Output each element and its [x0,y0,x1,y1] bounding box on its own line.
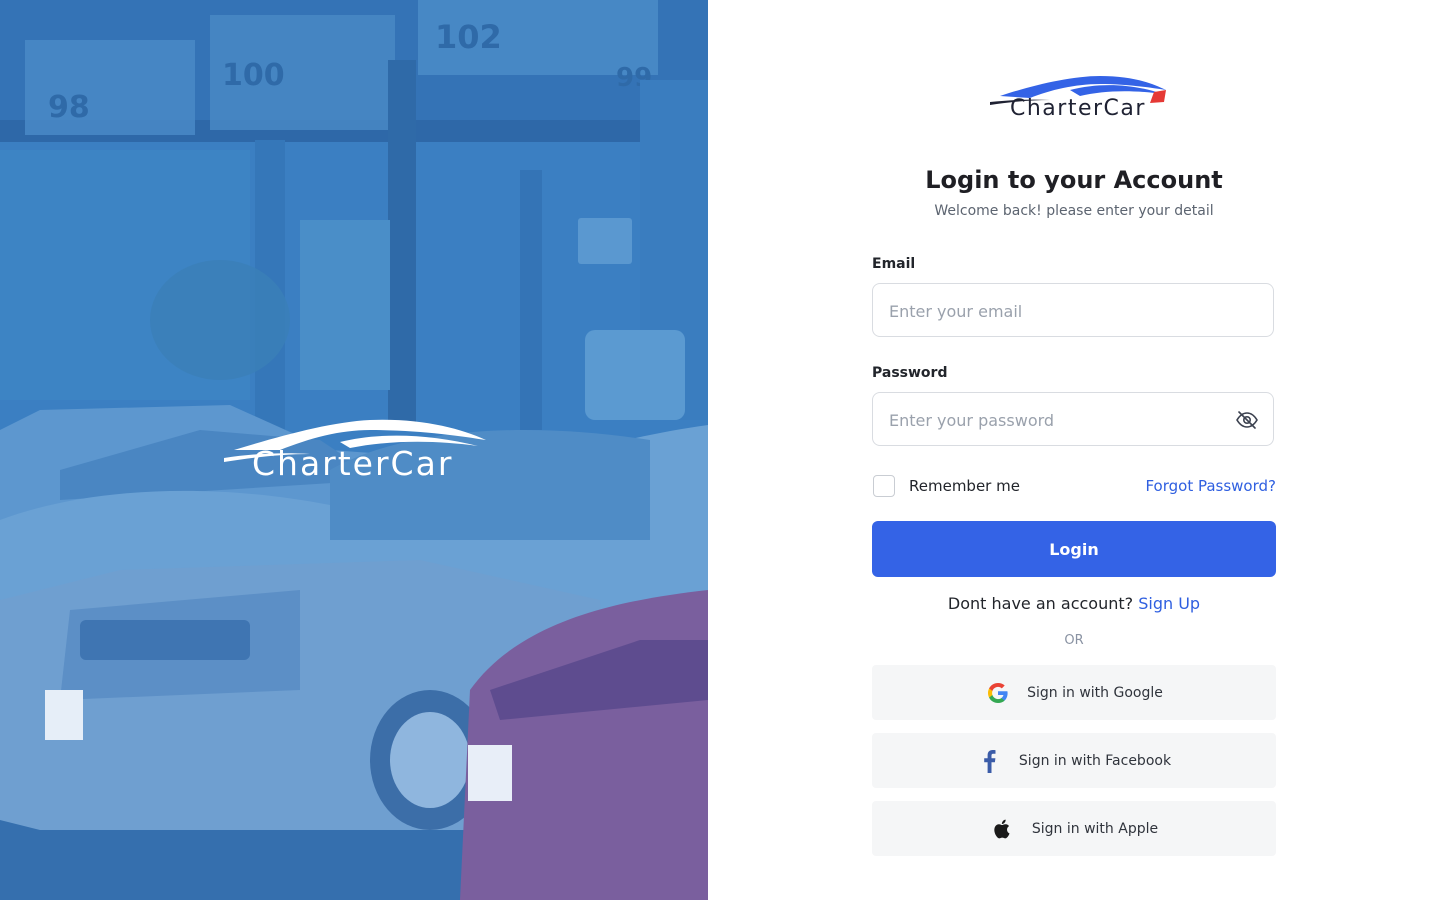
login-button[interactable]: Login [872,521,1276,577]
facebook-icon [984,749,996,773]
password-field[interactable] [872,392,1274,447]
eye-off-icon[interactable] [1235,408,1259,432]
email-input[interactable] [887,284,1231,338]
remember-row: Remember me Forgot Password? [872,474,1276,500]
signup-prompt: Dont have an account? [947,594,1134,613]
facebook-signin-label: Sign in with Facebook [1018,752,1172,769]
google-icon [988,682,1008,703]
email-label: Email [872,256,916,272]
forgot-password-link[interactable]: Forgot Password? [1145,477,1276,495]
brand-logo-text: CharterCar [1010,96,1146,121]
remember-checkbox[interactable] [873,475,895,497]
hero-logo: CharterCar [220,414,490,494]
page-title: Login to your Account [925,166,1223,194]
signup-link[interactable]: Sign Up [1138,594,1200,613]
page-subtitle: Welcome back! please enter your detail [934,203,1214,219]
password-label: Password [872,365,948,381]
hero-panel: 98 100 102 99 CharterCar [0,0,708,900]
google-signin-label: Sign in with Google [1027,684,1163,701]
brand-logo: CharterCar [990,72,1170,124]
hero-logo-text: CharterCar [252,444,454,483]
facebook-signin-button[interactable]: Sign in with Facebook [872,733,1276,788]
password-input[interactable] [887,393,1231,447]
signup-row: Dont have an account? Sign Up [872,594,1276,613]
remember-label[interactable]: Remember me [909,477,1020,495]
svg-text:100: 100 [222,58,285,93]
apple-signin-label: Sign in with Apple [1031,820,1159,837]
apple-signin-button[interactable]: Sign in with Apple [872,801,1276,856]
google-signin-button[interactable]: Sign in with Google [872,665,1276,720]
or-divider: OR [1064,633,1084,648]
apple-icon [994,819,1010,838]
email-field[interactable] [872,283,1274,338]
svg-text:98: 98 [48,90,90,125]
svg-text:102: 102 [435,18,502,56]
